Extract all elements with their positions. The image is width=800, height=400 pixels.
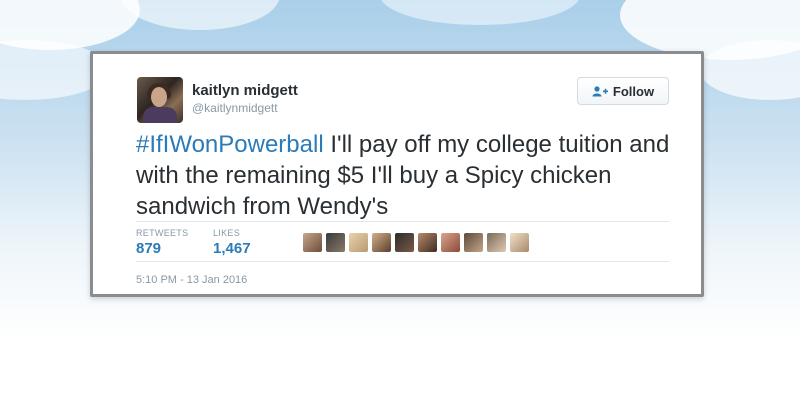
liker-avatar[interactable] bbox=[441, 233, 460, 252]
retweets-count: 879 bbox=[136, 240, 162, 257]
likes-count: 1,467 bbox=[213, 240, 251, 257]
liker-avatar[interactable] bbox=[510, 233, 529, 252]
follow-label: Follow bbox=[612, 83, 655, 99]
retweets-stat[interactable]: RETWEETS 879 bbox=[136, 228, 188, 257]
likes-label: LIKES bbox=[213, 228, 241, 238]
divider bbox=[136, 261, 669, 262]
avatar[interactable] bbox=[137, 77, 183, 123]
liker-avatar[interactable] bbox=[487, 233, 506, 252]
liker-avatar[interactable] bbox=[349, 233, 368, 252]
liker-avatar[interactable] bbox=[372, 233, 391, 252]
tweet-card: kaitlyn midgett @kaitlynmidgett Follow #… bbox=[90, 51, 704, 297]
likes-stat[interactable]: LIKES 1,467 bbox=[213, 228, 251, 257]
follow-button[interactable]: Follow bbox=[577, 77, 669, 105]
liker-avatar[interactable] bbox=[303, 233, 322, 252]
liker-avatar[interactable] bbox=[464, 233, 483, 252]
liker-avatars bbox=[303, 233, 529, 252]
add-user-icon bbox=[592, 85, 608, 97]
retweets-label: RETWEETS bbox=[136, 228, 189, 238]
tweet-text: #IfIWonPowerball I'll pay off my college… bbox=[136, 129, 676, 222]
liker-avatar[interactable] bbox=[395, 233, 414, 252]
user-handle[interactable]: @kaitlynmidgett bbox=[192, 101, 278, 115]
user-display-name[interactable]: kaitlyn midgett bbox=[192, 82, 298, 99]
divider bbox=[136, 221, 669, 222]
liker-avatar[interactable] bbox=[418, 233, 437, 252]
hashtag-link[interactable]: #IfIWonPowerball bbox=[136, 131, 324, 158]
tweet-timestamp[interactable]: 5:10 PM - 13 Jan 2016 bbox=[136, 274, 247, 286]
liker-avatar[interactable] bbox=[326, 233, 345, 252]
